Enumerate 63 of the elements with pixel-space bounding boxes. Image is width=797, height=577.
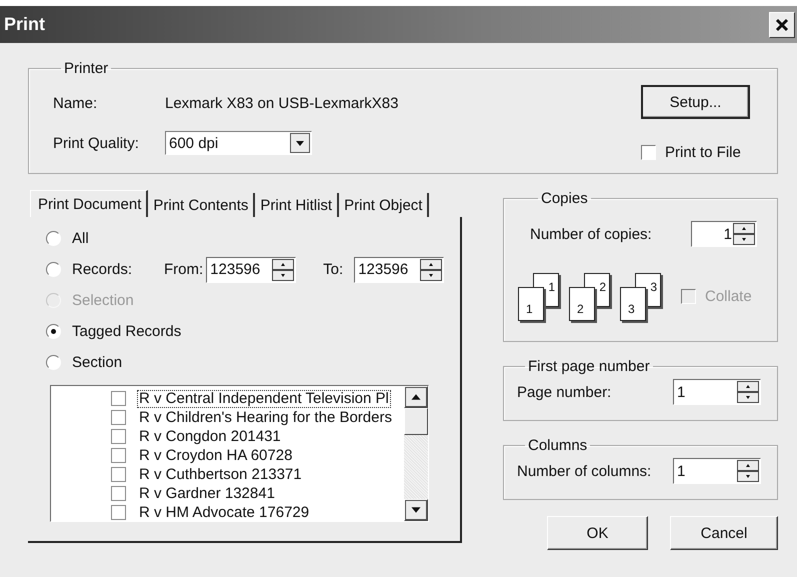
list-item[interactable]: R v HM Advocate 176729 xyxy=(137,504,312,521)
radio-button[interactable] xyxy=(46,231,61,246)
print-to-file-checkbox[interactable] xyxy=(641,145,656,160)
field-label: From: xyxy=(164,261,204,278)
field-label: Number of columns: xyxy=(517,462,652,480)
window-title: Print xyxy=(4,14,46,35)
list-item[interactable]: R v Congdon 201431 xyxy=(137,428,283,446)
list-item[interactable]: R v Gardner 132841 xyxy=(137,484,277,502)
checkbox[interactable] xyxy=(111,391,126,406)
group-label: Printer xyxy=(63,60,110,77)
checkbox[interactable] xyxy=(111,429,126,444)
spin-arrows-icon[interactable] xyxy=(737,381,759,403)
list-item[interactable]: R v Central Independent Television Pl xyxy=(137,390,391,408)
to-field[interactable]: 123596 xyxy=(354,256,444,282)
page-sheet: 2 xyxy=(569,287,595,321)
print-quality-dropdown[interactable]: 600 dpi xyxy=(165,131,312,155)
radio-button[interactable] xyxy=(46,262,61,277)
from-field[interactable]: 123596 xyxy=(206,256,296,282)
scroll-thumb[interactable] xyxy=(404,408,428,435)
close-button[interactable] xyxy=(769,12,795,38)
radio-button[interactable] xyxy=(46,324,61,339)
columns-field[interactable]: 1 xyxy=(673,458,761,484)
radio-label: Selection xyxy=(72,292,134,309)
spin-arrows-icon[interactable] xyxy=(737,460,759,482)
field-label: Number of copies: xyxy=(530,226,652,242)
checkbox-label: Collate xyxy=(705,288,752,305)
field-label: Name: xyxy=(53,94,98,112)
radio-label: Section xyxy=(72,354,122,371)
copies-field[interactable]: 1 xyxy=(691,221,757,247)
ok-button[interactable]: OK xyxy=(547,516,648,550)
printer-name: Lexmark X83 on USB-LexmarkX83 xyxy=(165,94,398,112)
spin-arrows-icon[interactable] xyxy=(733,223,755,245)
cancel-button[interactable]: Cancel xyxy=(670,516,778,550)
checkbox[interactable] xyxy=(111,448,126,463)
radio-label: Records: xyxy=(72,261,134,278)
tab[interactable]: Print Document xyxy=(30,190,148,217)
group-label: Columns xyxy=(527,437,588,454)
radio-label: All xyxy=(72,230,89,247)
checkbox[interactable] xyxy=(111,410,126,425)
group-label: First page number xyxy=(527,358,651,375)
field-label: Print Quality: xyxy=(53,134,140,152)
close-icon xyxy=(774,16,790,32)
radio-label: Tagged Records xyxy=(72,323,182,340)
page-number-field[interactable]: 1 xyxy=(673,379,761,405)
list-item[interactable]: R v Children's Hearing for the Borders xyxy=(137,408,394,426)
list-item[interactable]: R v Croydon HA 60728 xyxy=(137,446,294,464)
checkbox-label: Print to File xyxy=(665,144,741,161)
spin-arrows-icon[interactable] xyxy=(420,258,442,280)
group-label: Copies xyxy=(540,190,589,207)
scroll-down-button[interactable] xyxy=(404,499,428,521)
checkbox[interactable] xyxy=(111,505,126,520)
field-label: To: xyxy=(323,261,344,278)
field-label: Page number: xyxy=(517,384,612,400)
scroll-up-button[interactable] xyxy=(404,386,428,408)
page-sheet: 1 xyxy=(518,287,544,321)
page-sheet: 3 xyxy=(620,287,646,321)
checkbox[interactable] xyxy=(111,486,126,501)
checkbox[interactable] xyxy=(111,467,126,482)
scrollbar[interactable] xyxy=(404,386,428,521)
radio-button[interactable] xyxy=(46,355,61,370)
spin-arrows-icon[interactable] xyxy=(272,258,294,280)
list-item[interactable]: R v Cuthbertson 213371 xyxy=(137,466,304,484)
setup-button[interactable]: Setup... xyxy=(641,85,750,119)
